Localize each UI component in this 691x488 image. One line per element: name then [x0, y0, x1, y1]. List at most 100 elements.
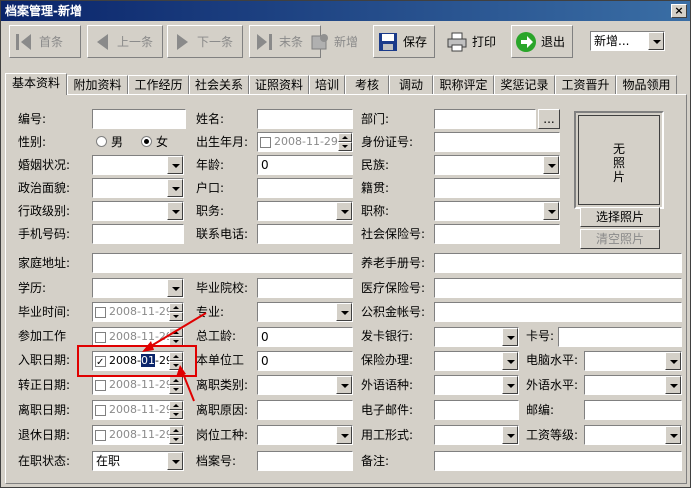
total-years-input[interactable]: 0 [257, 327, 353, 347]
school-input[interactable] [257, 278, 353, 298]
major-select[interactable] [257, 302, 353, 322]
tab-title-eval[interactable]: 职称评定 [433, 75, 494, 95]
unit-years-input[interactable]: 0 [257, 351, 353, 371]
leave-type-select[interactable] [257, 375, 353, 395]
remark-input[interactable] [434, 451, 682, 471]
spin-icon[interactable] [169, 426, 183, 444]
chevron-down-icon[interactable] [336, 426, 352, 444]
bank-select[interactable] [434, 327, 519, 347]
chevron-down-icon[interactable] [543, 202, 559, 220]
exit-button[interactable]: 退出 [511, 25, 573, 58]
chevron-down-icon[interactable] [502, 328, 518, 346]
language-select[interactable] [434, 375, 519, 395]
checkbox-icon[interactable] [260, 137, 271, 148]
admin-level-select[interactable] [92, 201, 184, 221]
tab-rewards[interactable]: 奖惩记录 [494, 75, 555, 95]
mode-dropdown[interactable]: 新增... [590, 31, 665, 51]
position-select[interactable] [257, 201, 353, 221]
dept-input[interactable] [434, 109, 536, 129]
birth-date-picker[interactable]: 2008-11-29 [257, 132, 353, 152]
fund-input[interactable] [434, 302, 682, 322]
archive-no-input[interactable] [257, 451, 353, 471]
checkbox-icon[interactable] [95, 405, 106, 416]
phone-input[interactable] [257, 224, 353, 244]
print-button[interactable]: 打印 [443, 25, 505, 58]
spin-icon[interactable] [169, 328, 183, 346]
social-insurance-input[interactable] [434, 224, 560, 244]
grad-date-picker[interactable]: 2008-11-29 [92, 302, 184, 322]
tab-social[interactable]: 社会关系 [189, 75, 249, 95]
chevron-down-icon[interactable] [336, 202, 352, 220]
address-input[interactable] [92, 253, 353, 273]
chevron-down-icon[interactable] [502, 376, 518, 394]
job-type-select[interactable] [257, 425, 353, 445]
language-level-select[interactable] [584, 375, 682, 395]
leave-date-picker[interactable]: 2008-11-29 [92, 400, 184, 420]
chevron-down-icon[interactable] [665, 426, 681, 444]
zip-input[interactable] [584, 400, 682, 420]
hukou-input[interactable] [257, 178, 353, 198]
status-select[interactable]: 在职 [92, 451, 184, 471]
computer-select[interactable] [584, 351, 682, 371]
first-record-button[interactable]: 首条 [9, 25, 81, 58]
native-input[interactable] [434, 178, 560, 198]
chevron-down-icon[interactable] [665, 352, 681, 370]
employ-form-select[interactable] [434, 425, 519, 445]
spin-icon[interactable] [338, 133, 352, 151]
clear-photo-button[interactable]: 清空照片 [580, 229, 660, 249]
chevron-down-icon[interactable] [502, 426, 518, 444]
tab-basic[interactable]: 基本资料 [5, 73, 67, 95]
chevron-down-icon[interactable] [167, 156, 183, 174]
tab-training[interactable]: 培训 [309, 75, 345, 95]
political-select[interactable] [92, 178, 184, 198]
tab-work-history[interactable]: 工作经历 [128, 75, 189, 95]
marital-select[interactable] [92, 155, 184, 175]
chevron-down-icon[interactable] [336, 376, 352, 394]
female-radio[interactable]: 女 [141, 135, 168, 149]
salary-grade-select[interactable] [584, 425, 682, 445]
insurance-select[interactable] [434, 351, 519, 371]
hire-date-picker[interactable]: 2008-01-29 [92, 351, 184, 372]
id-input[interactable] [92, 109, 186, 129]
checkbox-icon[interactable] [95, 430, 106, 441]
prev-record-button[interactable]: 上一条 [87, 25, 163, 58]
spin-icon[interactable] [169, 303, 183, 321]
work-start-date-picker[interactable]: 2008-11-29 [92, 327, 184, 347]
spin-icon[interactable] [169, 401, 183, 419]
chevron-down-icon[interactable] [665, 376, 681, 394]
confirm-date-picker[interactable]: 2008-11-29 [92, 375, 184, 395]
tab-certificates[interactable]: 证照资料 [249, 75, 309, 95]
education-select[interactable] [92, 278, 184, 298]
tab-items[interactable]: 物品领用 [616, 75, 677, 95]
chevron-down-icon[interactable] [167, 452, 183, 470]
spin-icon[interactable] [169, 352, 183, 370]
chevron-down-icon[interactable] [502, 352, 518, 370]
choose-photo-button[interactable]: 选择照片 [580, 207, 660, 227]
card-no-input[interactable] [558, 327, 682, 347]
hire-month[interactable]: 01 [140, 354, 155, 367]
dept-browse-button[interactable]: ... [538, 109, 560, 129]
medical-input[interactable] [434, 278, 682, 298]
chevron-down-icon[interactable] [336, 303, 352, 321]
idcard-input[interactable] [434, 132, 560, 152]
chevron-down-icon[interactable] [167, 279, 183, 297]
title-select[interactable] [434, 201, 560, 221]
checkbox-icon[interactable] [95, 332, 106, 343]
leave-reason-input[interactable] [257, 400, 353, 420]
chevron-down-icon[interactable] [167, 202, 183, 220]
retire-date-picker[interactable]: 2008-11-29 [92, 425, 184, 445]
pension-input[interactable] [434, 253, 682, 273]
name-input[interactable] [257, 109, 353, 129]
chevron-down-icon[interactable] [543, 156, 559, 174]
next-record-button[interactable]: 下一条 [167, 25, 243, 58]
chevron-down-icon[interactable] [167, 179, 183, 197]
tab-additional[interactable]: 附加资料 [67, 75, 128, 95]
tab-assessment[interactable]: 考核 [345, 75, 389, 95]
checkbox-checked-icon[interactable] [95, 354, 106, 372]
checkbox-icon[interactable] [95, 307, 106, 318]
ethnic-select[interactable] [434, 155, 560, 175]
spin-icon[interactable] [169, 376, 183, 394]
mobile-input[interactable] [92, 224, 184, 244]
email-input[interactable] [434, 400, 519, 420]
checkbox-icon[interactable] [95, 380, 106, 391]
